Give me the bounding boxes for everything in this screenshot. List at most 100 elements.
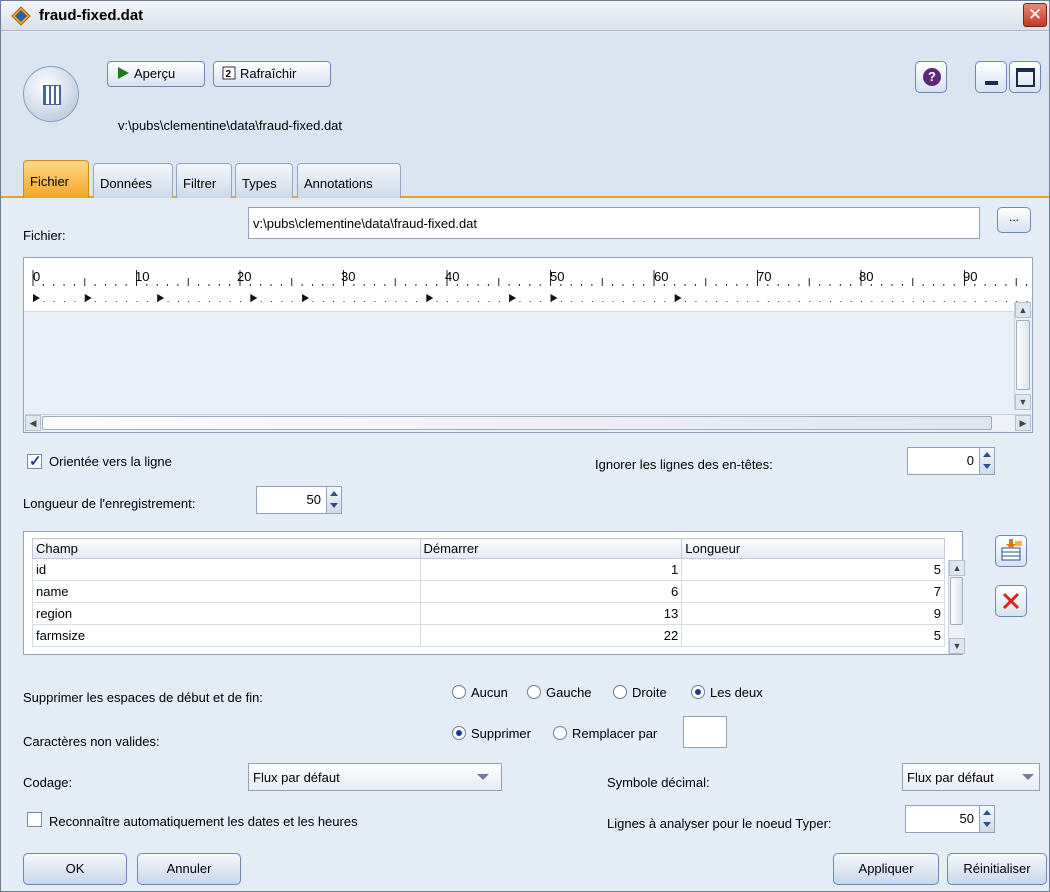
record-length-value: 50 [306, 492, 321, 507]
decimal-value: Flux par défaut [907, 770, 994, 785]
ruler-dot [871, 301, 873, 302]
field-name-cell[interactable]: name [32, 580, 421, 603]
trim-none-radio[interactable] [452, 685, 466, 699]
ruler-dot [840, 301, 842, 302]
ruler-dot [591, 301, 593, 302]
preview-horizontal-scrollbar[interactable]: ◀ ▶ [25, 414, 1031, 431]
field-marker[interactable] [550, 294, 558, 302]
ruler-dot [974, 301, 976, 302]
ruler-dot [374, 301, 376, 302]
field-start-cell[interactable]: 6 [419, 580, 683, 603]
scroll-up-icon[interactable]: ▲ [949, 560, 965, 576]
ruler-dot [1005, 301, 1007, 302]
encoding-select[interactable]: Flux par défaut [248, 763, 502, 791]
tab-donnees[interactable]: Données [93, 163, 173, 198]
auto-dates-checkbox[interactable] [27, 812, 42, 827]
field-length-cell[interactable]: 9 [681, 602, 945, 625]
field-start-cell[interactable]: 22 [419, 624, 683, 647]
apply-button[interactable]: Appliquer [833, 853, 939, 885]
field-length-cell[interactable]: 5 [681, 624, 945, 647]
spinner-arrows-icon[interactable] [326, 487, 341, 513]
field-marker[interactable] [84, 294, 92, 302]
tab-types[interactable]: Types [235, 163, 293, 198]
ruler-dot [198, 301, 200, 302]
scroll-thumb-horizontal[interactable] [42, 416, 992, 430]
column-header-demarrer[interactable]: Démarrer [419, 538, 683, 559]
ok-button[interactable]: OK [23, 853, 127, 885]
trim-both-radio[interactable] [691, 685, 705, 699]
field-marker[interactable] [509, 294, 517, 302]
browse-button[interactable]: ... [997, 207, 1031, 233]
ruler-dot [664, 301, 666, 302]
field-marker[interactable] [33, 294, 40, 302]
cancel-button[interactable]: Annuler [137, 853, 241, 885]
replace-char-input[interactable] [683, 716, 727, 748]
field-marker[interactable] [250, 294, 258, 302]
column-header-longueur[interactable]: Longueur [681, 538, 945, 559]
table-row[interactable]: region 13 9 [32, 602, 945, 625]
refresh-label: Rafraîchir [240, 66, 297, 81]
ruler-label-60: 60 [654, 269, 669, 284]
field-start-cell[interactable]: 1 [419, 558, 683, 581]
record-length-spinner[interactable]: 50 [256, 486, 342, 514]
table-row[interactable]: name 6 7 [32, 580, 945, 603]
tab-annotations[interactable]: Annotations [297, 163, 401, 198]
column-ruler[interactable]: 0 10 20 30 40 50 60 70 80 90 [24, 258, 1032, 312]
field-length-cell[interactable]: 5 [681, 558, 945, 581]
invalid-remove-radio[interactable] [452, 726, 466, 740]
ruler-dot [519, 301, 521, 302]
spinner-arrows-icon[interactable] [979, 806, 994, 832]
ruler-dot [64, 301, 66, 302]
field-marker[interactable] [674, 294, 682, 302]
field-marker[interactable] [157, 294, 165, 302]
help-button[interactable]: ? [915, 61, 947, 93]
trim-right-radio[interactable] [613, 685, 627, 699]
scroll-right-icon[interactable]: ▶ [1015, 415, 1031, 431]
ruler-dot [643, 301, 645, 302]
add-field-button[interactable] [995, 535, 1027, 567]
scroll-down-icon[interactable]: ▼ [949, 638, 965, 654]
scroll-down-icon[interactable]: ▼ [1015, 394, 1031, 410]
field-marker[interactable] [426, 294, 434, 302]
skip-header-label: Ignorer les lignes des en-têtes: [595, 457, 773, 472]
scroll-thumb[interactable] [950, 577, 963, 625]
preview-vertical-scrollbar[interactable]: ▲ ▼ [1014, 302, 1031, 410]
ruler-dot [778, 301, 780, 302]
field-start-cell[interactable]: 13 [419, 602, 683, 625]
ruler-dot [798, 301, 800, 302]
field-name-cell[interactable]: id [32, 558, 421, 581]
ruler-label-70: 70 [757, 269, 772, 284]
field-length-cell[interactable]: 7 [681, 580, 945, 603]
ruler-dot [540, 301, 542, 302]
line-oriented-checkbox[interactable]: ✓ [27, 453, 42, 470]
ruler-dot [861, 301, 862, 302]
decimal-select[interactable]: Flux par défaut [902, 763, 1040, 791]
table-row[interactable]: id 1 5 [32, 558, 945, 581]
ruler-dot [395, 301, 397, 302]
refresh-button[interactable]: 2 Rafraîchir [213, 61, 331, 87]
table-vertical-scrollbar[interactable]: ▲ ▼ [948, 560, 965, 654]
close-button[interactable]: ✕ [1023, 3, 1047, 27]
file-path-input[interactable]: v:\pubs\clementine\data\fraud-fixed.dat [248, 207, 980, 239]
type-rows-spinner[interactable]: 50 [905, 805, 995, 833]
column-header-champ[interactable]: Champ [32, 538, 421, 559]
reset-button[interactable]: Réinitialiser [947, 853, 1047, 885]
scroll-left-icon[interactable]: ◀ [25, 415, 41, 431]
minimize-button[interactable] [975, 61, 1007, 93]
field-marker[interactable] [302, 294, 310, 302]
scroll-up-icon[interactable]: ▲ [1015, 302, 1031, 318]
skip-header-spinner[interactable]: 0 [907, 447, 995, 475]
preview-button[interactable]: Aperçu [107, 61, 205, 87]
invalid-replace-radio[interactable] [553, 726, 567, 740]
field-name-cell[interactable]: farmsize [32, 624, 421, 647]
trim-left-radio[interactable] [527, 685, 541, 699]
table-row[interactable]: farmsize 22 5 [32, 624, 945, 647]
spinner-arrows-icon[interactable] [979, 448, 994, 474]
tab-filtrer[interactable]: Filtrer [176, 163, 232, 198]
scroll-thumb[interactable] [1016, 320, 1030, 390]
tab-fichier[interactable]: Fichier [23, 160, 89, 198]
fields-table: Champ Démarrer Longueur id 1 5 name 6 7 … [23, 531, 965, 655]
maximize-button[interactable] [1009, 61, 1041, 93]
delete-field-button[interactable] [995, 585, 1027, 617]
field-name-cell[interactable]: region [32, 602, 421, 625]
